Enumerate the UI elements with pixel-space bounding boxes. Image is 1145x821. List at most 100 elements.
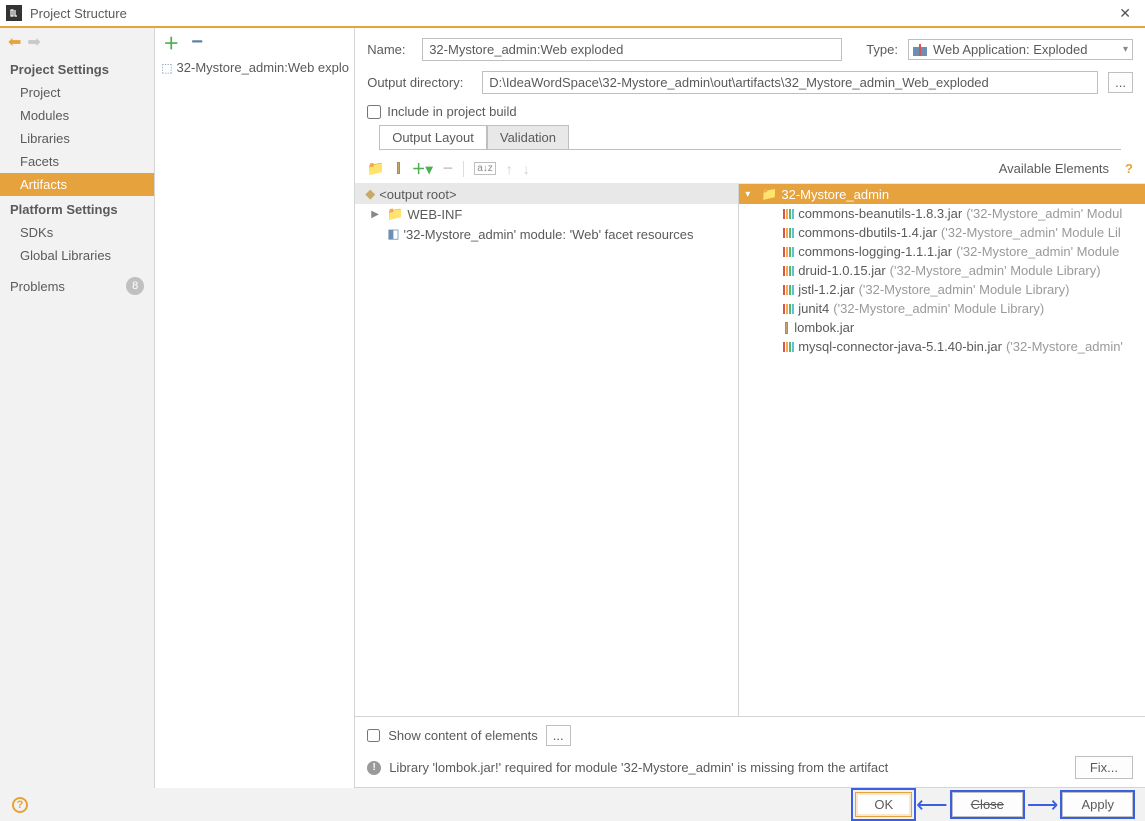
available-project-node[interactable]: ▾ 📁 32-Mystore_admin — [739, 184, 1145, 204]
sidebar-item-sdks[interactable]: SDKs — [0, 221, 154, 244]
webinf-label: WEB-INF — [407, 207, 462, 222]
footer-help-icon[interactable]: ? — [12, 797, 28, 813]
available-elements-tree[interactable]: ▾ 📁 32-Mystore_admin commons-beanutils-1… — [739, 184, 1145, 716]
library-note: ('32-Mystore_admin' Module Library) — [890, 263, 1101, 278]
sidebar-item-problems[interactable]: Problems 8 — [0, 267, 154, 299]
output-root-label: <output root> — [379, 187, 456, 202]
content-area: Name: Type: Web Application: Exploded ▾ … — [355, 28, 1145, 788]
warning-icon: ! — [367, 761, 381, 775]
root-icon: ◆ — [365, 186, 375, 202]
name-label: Name: — [367, 42, 412, 57]
webinf-node[interactable]: ▶ 📁 WEB-INF — [355, 204, 738, 224]
add-copy-button[interactable]: ＋▾ — [412, 159, 433, 179]
tab-validation[interactable]: Validation — [487, 125, 569, 149]
tab-output-layout[interactable]: Output Layout — [379, 125, 487, 149]
library-name: druid-1.0.15.jar — [798, 263, 885, 278]
library-name: commons-dbutils-1.4.jar — [798, 225, 937, 240]
apply-button[interactable]: Apply — [1062, 792, 1133, 817]
titlebar: Project Structure ✕ — [0, 0, 1145, 28]
library-name: commons-logging-1.1.1.jar — [798, 244, 952, 259]
facet-resources-node[interactable]: ◧ '32-Mystore_admin' module: 'Web' facet… — [355, 224, 738, 244]
sidebar-item-modules[interactable]: Modules — [0, 104, 154, 127]
type-value: Web Application: Exploded — [933, 42, 1123, 57]
app-icon — [6, 5, 22, 21]
add-artifact-button[interactable]: ＋ — [163, 30, 179, 54]
folder-icon: 📁 — [761, 186, 777, 202]
outdir-input[interactable] — [482, 71, 1098, 94]
ok-button[interactable]: OK — [855, 792, 912, 817]
remove-artifact-button[interactable]: − — [191, 31, 203, 54]
module-icon: ◧ — [387, 226, 399, 242]
library-note: ('32-Mystore_admin' Modul — [966, 206, 1122, 221]
library-name: lombok.jar — [794, 320, 854, 335]
problems-label: Problems — [10, 279, 65, 294]
library-note: ('32-Mystore_admin' — [1006, 339, 1123, 354]
sidebar-item-project[interactable]: Project — [0, 81, 154, 104]
create-dir-icon[interactable]: 📁 — [367, 160, 384, 177]
archive-icon[interactable] — [395, 161, 402, 177]
library-note: ('32-Mystore_admin' Module Library) — [833, 301, 1044, 316]
library-node[interactable]: commons-beanutils-1.8.3.jar ('32-Mystore… — [739, 204, 1145, 223]
library-node[interactable]: lombok.jar — [739, 318, 1145, 337]
sidebar: ⬅ ➡ Project Settings Project Modules Lib… — [0, 28, 155, 788]
outdir-label: Output directory: — [367, 75, 472, 90]
output-layout-tree[interactable]: ◆ <output root> ▶ 📁 WEB-INF ◧ '32-Mystor… — [355, 184, 739, 716]
warning-text: Library 'lombok.jar!' required for modul… — [389, 760, 888, 775]
library-node[interactable]: jstl-1.2.jar ('32-Mystore_admin' Module … — [739, 280, 1145, 299]
move-up-icon[interactable]: ↑ — [506, 161, 513, 177]
nav-forward-icon[interactable]: ➡ — [27, 32, 40, 52]
remove-item-button[interactable]: − — [443, 158, 454, 179]
include-build-label: Include in project build — [387, 104, 516, 119]
library-node[interactable]: commons-logging-1.1.1.jar ('32-Mystore_a… — [739, 242, 1145, 261]
name-input[interactable] — [422, 38, 842, 61]
artifact-icon: ⬚ — [161, 61, 172, 75]
show-content-checkbox[interactable] — [367, 729, 380, 742]
close-button[interactable]: Close — [952, 792, 1023, 817]
library-icon — [783, 228, 794, 238]
sidebar-item-facets[interactable]: Facets — [0, 150, 154, 173]
chevron-down-icon[interactable]: ▾ — [745, 189, 757, 200]
type-select[interactable]: Web Application: Exploded ▾ — [908, 39, 1133, 60]
sort-icon[interactable]: a↓z — [474, 162, 496, 175]
library-icon — [783, 266, 794, 276]
facet-resources-label: '32-Mystore_admin' module: 'Web' facet r… — [404, 227, 694, 242]
chevron-right-icon[interactable]: ▶ — [371, 209, 383, 220]
type-label: Type: — [866, 42, 898, 57]
library-name: mysql-connector-java-5.1.40-bin.jar — [798, 339, 1002, 354]
sidebar-item-artifacts[interactable]: Artifacts — [0, 173, 154, 196]
window-title: Project Structure — [30, 6, 1111, 21]
browse-button[interactable]: ... — [1108, 72, 1133, 93]
available-elements-label: Available Elements — [999, 161, 1109, 176]
annotation-arrow-icon: ⟶ — [1027, 792, 1059, 818]
move-down-icon[interactable]: ↓ — [523, 161, 530, 177]
jar-icon — [785, 322, 788, 334]
library-icon — [783, 247, 794, 257]
project-label: 32-Mystore_admin — [781, 187, 889, 202]
library-name: jstl-1.2.jar — [798, 282, 854, 297]
problems-count-badge: 8 — [126, 277, 144, 295]
show-content-browse[interactable]: ... — [546, 725, 571, 746]
library-node[interactable]: commons-dbutils-1.4.jar ('32-Mystore_adm… — [739, 223, 1145, 242]
library-icon — [783, 304, 794, 314]
library-note: ('32-Mystore_admin' Module Library) — [859, 282, 1070, 297]
folder-icon: 📁 — [387, 206, 403, 222]
library-node[interactable]: druid-1.0.15.jar ('32-Mystore_admin' Mod… — [739, 261, 1145, 280]
artifact-list-item[interactable]: ⬚ 32-Mystore_admin:Web explo — [155, 56, 354, 79]
artifact-name: 32-Mystore_admin:Web explo — [177, 60, 349, 75]
library-icon — [783, 285, 794, 295]
library-node[interactable]: junit4 ('32-Mystore_admin' Module Librar… — [739, 299, 1145, 318]
nav-back-icon[interactable]: ⬅ — [8, 32, 21, 52]
show-content-label: Show content of elements — [388, 728, 538, 743]
help-icon[interactable]: ? — [1125, 161, 1133, 176]
sidebar-item-global-libraries[interactable]: Global Libraries — [0, 244, 154, 267]
gift-icon — [913, 44, 927, 56]
include-build-checkbox[interactable] — [367, 105, 381, 119]
artifact-list: ＋ − ⬚ 32-Mystore_admin:Web explo — [155, 28, 355, 788]
fix-button[interactable]: Fix... — [1075, 756, 1133, 779]
output-root-node[interactable]: ◆ <output root> — [355, 184, 738, 204]
window-close-button[interactable]: ✕ — [1111, 5, 1139, 22]
sidebar-item-libraries[interactable]: Libraries — [0, 127, 154, 150]
library-note: ('32-Mystore_admin' Module — [956, 244, 1119, 259]
annotation-arrow-icon: ⟵ — [916, 792, 948, 818]
library-node[interactable]: mysql-connector-java-5.1.40-bin.jar ('32… — [739, 337, 1145, 356]
